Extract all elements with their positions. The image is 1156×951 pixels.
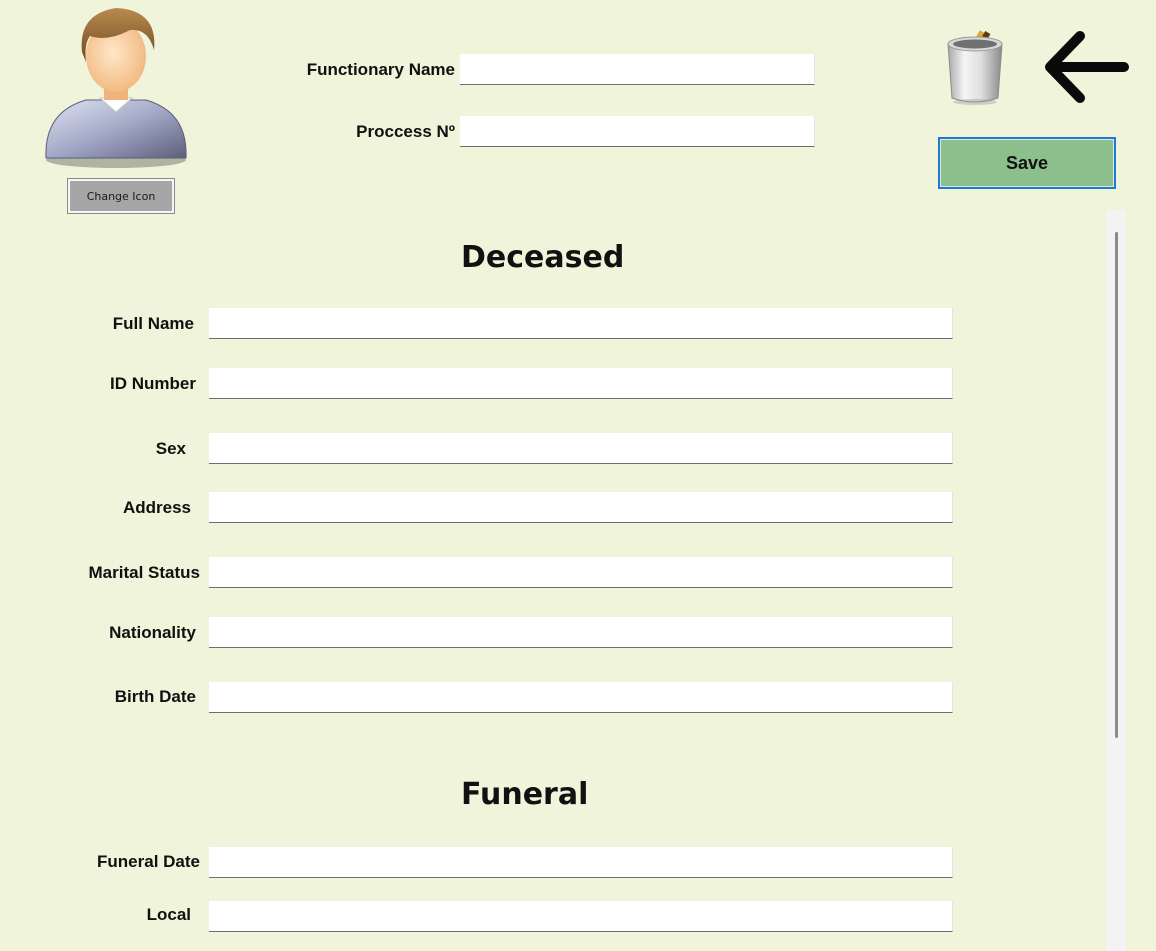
trash-can-icon[interactable]	[940, 28, 1010, 108]
local-label: Local	[146, 905, 191, 924]
full-name-label: Full Name	[112, 314, 194, 333]
marital-status-field[interactable]	[209, 557, 953, 588]
id-number-label: ID Number	[110, 374, 196, 393]
full-name-field[interactable]	[209, 308, 953, 339]
sex-field[interactable]	[209, 433, 953, 464]
sex-label: Sex	[155, 439, 186, 458]
change-icon-button[interactable]: Change Icon	[67, 178, 175, 214]
birth-date-label: Birth Date	[114, 687, 196, 706]
vertical-scrollbar[interactable]	[1106, 210, 1126, 951]
process-number-label: Proccess Nº	[356, 122, 455, 141]
scrollbar-thumb[interactable]	[1115, 232, 1118, 738]
save-button[interactable]: Save	[938, 137, 1116, 189]
address-label: Address	[122, 498, 191, 517]
funeral-date-field[interactable]	[209, 847, 953, 878]
user-avatar-icon	[38, 0, 193, 170]
funeral-date-label: Funeral Date	[97, 852, 200, 871]
process-number-field[interactable]	[460, 116, 815, 147]
marital-status-label: Marital Status	[88, 563, 200, 582]
address-field[interactable]	[209, 492, 953, 523]
funeral-section-title: Funeral	[461, 777, 589, 812]
local-field[interactable]	[209, 901, 953, 932]
nationality-field[interactable]	[209, 617, 953, 648]
id-number-field[interactable]	[209, 368, 953, 399]
nationality-label: Nationality	[109, 623, 196, 642]
functionary-name-field[interactable]	[460, 54, 815, 85]
deceased-section-title: Deceased	[461, 240, 625, 275]
arrow-left-icon[interactable]	[1040, 28, 1130, 106]
birth-date-field[interactable]	[209, 682, 953, 713]
functionary-name-label: Functionary Name	[306, 60, 455, 79]
